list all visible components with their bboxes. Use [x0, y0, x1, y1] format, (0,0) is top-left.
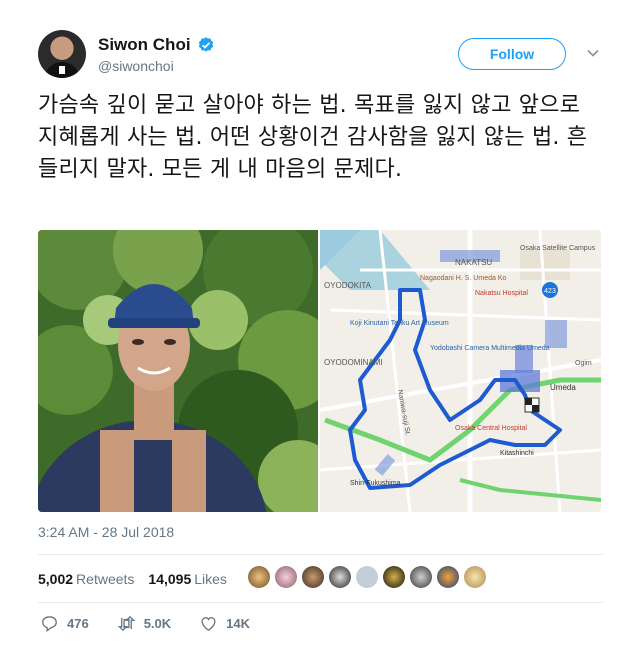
liker-avatar[interactable]: [383, 566, 405, 588]
selfie-photo[interactable]: [38, 230, 318, 512]
map-label-oyodokita: OYODOKITA: [324, 281, 372, 290]
map-label-yodobashi: Yodobashi Camera Multimedia Umeda: [430, 345, 550, 352]
like-count: 14K: [226, 616, 251, 631]
user-info: Siwon Choi @siwonchoi: [98, 35, 215, 74]
divider: [38, 602, 603, 603]
map-label-nakatsu: NAKATSU: [455, 258, 492, 267]
retweets-stat[interactable]: 5,002 Retweets: [38, 571, 134, 587]
map-label-osaka-central: Osaka Central Hospital: [455, 425, 527, 432]
likes-label: Likes: [194, 571, 227, 587]
tweet-text: 가슴속 깊이 묻고 살아야 하는 법. 목표를 잃지 않고 앞으로 지혜롭게 사…: [38, 93, 588, 182]
reply-icon: [42, 616, 57, 632]
map-label-road-423: 423: [544, 288, 556, 295]
liker-avatar[interactable]: [302, 566, 324, 588]
map-label-satellite: Osaka Satellite Campus: [520, 245, 596, 252]
display-name-row[interactable]: Siwon Choi: [98, 35, 215, 55]
map-label-oyodominami: OYODOMINAMI: [324, 358, 383, 367]
engagement-stats: 5,002 Retweets 14,095 Likes: [38, 571, 227, 587]
liker-avatar[interactable]: [410, 566, 432, 588]
map-label-umeda: Umeda: [550, 383, 576, 392]
reply-count: 476: [67, 616, 89, 631]
retweets-label: Retweets: [76, 571, 135, 587]
route-map[interactable]: 423 NAKATSU OYODOKITA OYODOMINAMI Nagaod…: [320, 230, 601, 512]
liker-avatar[interactable]: [437, 566, 459, 588]
tweet-header: Siwon Choi @siwonchoi Follow: [38, 30, 608, 80]
retweet-icon: [117, 615, 135, 632]
liker-avatar[interactable]: [356, 566, 378, 588]
reply-button[interactable]: 476: [40, 614, 89, 633]
verified-badge-icon: [198, 37, 213, 52]
liker-avatar[interactable]: [275, 566, 297, 588]
tweet-timestamp[interactable]: 3:24 AM - 28 Jul 2018: [38, 524, 174, 540]
map-label-kitashinchi: Kitashinchi: [500, 450, 534, 457]
map-label-nagaodani: Nagaodani H. S. Umeda Ko: [420, 275, 506, 282]
tweet-media: 423 NAKATSU OYODOKITA OYODOMINAMI Nagaod…: [38, 230, 601, 512]
retweet-count: 5.0K: [143, 616, 172, 631]
display-name[interactable]: Siwon Choi: [98, 35, 191, 55]
map-label-ogimachi: Ogim: [575, 360, 592, 367]
retweets-count: 5,002: [38, 571, 74, 587]
divider: [38, 554, 603, 555]
liker-avatar[interactable]: [329, 566, 351, 588]
liker-avatar[interactable]: [464, 566, 486, 588]
follow-button[interactable]: Follow: [458, 38, 566, 70]
liker-avatar[interactable]: [248, 566, 270, 588]
map-label-nakatsu-hospital: Nakatsu Hospital: [475, 290, 528, 297]
map-label-shin-fukushima: Shin-Fukushima: [350, 480, 401, 487]
like-button[interactable]: 14K: [199, 614, 250, 633]
retweet-button[interactable]: 5.0K: [117, 614, 171, 633]
avatar[interactable]: [38, 30, 86, 78]
tweet-actions: 476 5.0K 14K: [40, 614, 278, 633]
map-label-kinutani: Koji Kinutani Tenku Art Museum: [350, 320, 449, 327]
user-handle[interactable]: @siwonchoi: [98, 58, 215, 74]
likes-count: 14,095: [148, 571, 192, 587]
chevron-down-icon[interactable]: [586, 46, 600, 60]
liker-avatars: [248, 566, 486, 588]
heart-icon: [201, 617, 216, 632]
likes-stat[interactable]: 14,095 Likes: [148, 571, 227, 587]
